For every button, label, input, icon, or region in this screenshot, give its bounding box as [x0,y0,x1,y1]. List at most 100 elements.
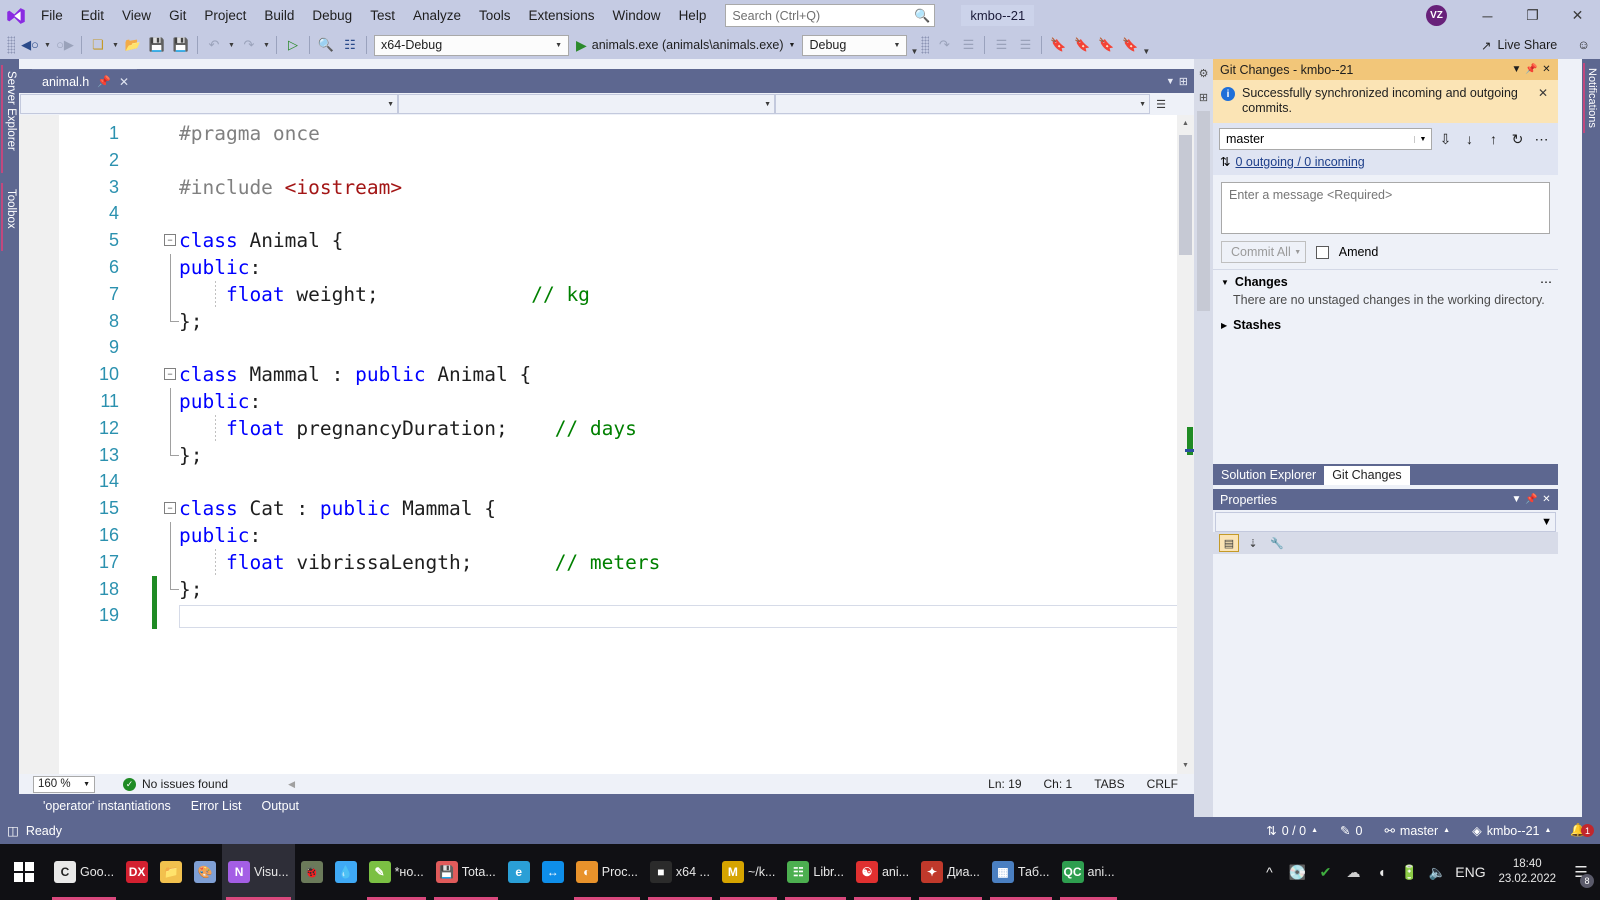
gear-icon[interactable]: ⚙ [1194,63,1213,83]
properties-object-combo[interactable]: ▼ [1215,512,1556,532]
code-line[interactable]: 3#include <iostream> [19,174,1194,201]
code-line[interactable]: 8}; [19,308,1194,335]
menu-window[interactable]: Window [604,4,670,28]
configuration-combo[interactable]: Debug ▼ [802,35,907,56]
menu-build[interactable]: Build [255,4,303,28]
platform-combo[interactable]: x64-Debug ▼ [374,35,569,56]
comment-icon[interactable]: ☰ [956,34,980,56]
close-icon[interactable]: ✕ [1539,494,1554,505]
tab-error-list[interactable]: Error List [181,796,252,816]
taskbar-app[interactable]: 📁 [154,844,188,900]
code-line[interactable]: 9 [19,334,1194,361]
sync-counts-link[interactable]: 0 outgoing / 0 incoming [1235,155,1364,169]
more-actions-icon[interactable]: ⋯ [1531,129,1552,149]
menu-analyze[interactable]: Analyze [404,4,470,28]
start-debug-icon[interactable]: ▷ [281,34,305,56]
menu-debug[interactable]: Debug [303,4,361,28]
taskbar-app[interactable]: DX [120,844,154,900]
commit-all-button[interactable]: Commit All [1221,241,1301,263]
tab-solution-explorer[interactable]: Solution Explorer [1213,466,1324,485]
menu-extensions[interactable]: Extensions [520,4,604,28]
start-button[interactable] [0,844,48,900]
battery-icon[interactable]: 🔋 [1396,844,1422,900]
navbar-type-combo[interactable]: ▼ [398,94,775,114]
toggle-bookmark-icon[interactable]: 🔖 [1046,34,1070,56]
menu-help[interactable]: Help [670,4,716,28]
next-bookmark-icon[interactable]: 🔖 [1094,34,1118,56]
taskbar-app[interactable]: 💾Tota... [430,844,502,900]
horizontal-scroll-left-icon[interactable]: ◀ [288,779,295,790]
stashes-section-header[interactable]: ▶ Stashes [1213,313,1558,335]
sidebar-item-server-explorer[interactable]: Server Explorer [1,65,18,173]
taskbar-app[interactable]: ◐Proc... [570,844,644,900]
code-line[interactable]: 12 float pregnancyDuration; // days [19,415,1194,442]
sync-icon[interactable]: ↻ [1507,129,1528,149]
tab-git-changes[interactable]: Git Changes [1324,466,1409,485]
new-project-dropdown-icon[interactable]: ▼ [110,42,121,49]
pin-icon[interactable]: 📌 [1524,494,1539,505]
taskbar-app[interactable]: ☷Libr... [781,844,850,900]
tab-output[interactable]: Output [251,796,309,816]
zoom-level-combo[interactable]: 160 % ▼ [33,776,95,793]
tab-operator-instantiations[interactable]: 'operator' instantiations [33,796,181,816]
pull-icon[interactable]: ↓ [1459,129,1480,149]
usb-device-icon[interactable]: 💽 [1284,844,1310,900]
new-project-icon[interactable]: ❏ [86,34,110,56]
code-content[interactable]: 1#pragma once23#include <iostream>45−cla… [19,120,1194,629]
taskbar-app[interactable]: ■x64 ... [644,844,716,900]
menu-file[interactable]: File [32,4,72,28]
antivirus-icon[interactable]: ✔ [1312,844,1338,900]
show-hidden-icons-icon[interactable]: ^ [1256,844,1282,900]
chevron-down-icon[interactable]: ▼ [1509,494,1524,505]
scroll-up-icon[interactable]: ▲ [1177,115,1194,132]
navigate-back-icon[interactable]: ◀○ [18,34,42,56]
close-icon[interactable]: ✕ [1538,86,1548,116]
split-view-icon[interactable]: ⊞ [1179,75,1188,88]
code-line[interactable]: 19 [19,602,1194,629]
issues-status[interactable]: ✓ No issues found [123,777,228,791]
code-line[interactable]: 6public: [19,254,1194,281]
code-line[interactable]: 17 float vibrissaLength; // meters [19,549,1194,576]
status-sync[interactable]: ⇅ 0 / 0 ▲ [1255,823,1329,838]
taskbar-app[interactable]: ☯ani... [850,844,915,900]
code-line[interactable]: 1#pragma once [19,120,1194,147]
navbar-expand-icon[interactable]: ☰ [1150,94,1172,114]
taskbar-app[interactable]: 🐞 [295,844,329,900]
feedback-icon[interactable]: ☺ [1563,38,1590,52]
rail-scrollbar-thumb[interactable] [1197,111,1210,311]
status-branch[interactable]: ⚯ master ▲ [1373,823,1461,838]
categorized-view-icon[interactable]: ▤ [1219,534,1239,552]
indent-icon[interactable]: ☰ [989,34,1013,56]
taskbar-app[interactable]: ✦Диа... [915,844,986,900]
close-icon[interactable]: ✕ [1539,64,1554,75]
start-button[interactable]: ▶ animals.exe (animals\animals.exe) ▼ [572,37,799,54]
undo-dropdown-icon[interactable]: ▼ [226,42,237,49]
open-file-icon[interactable]: 📂 [121,34,145,56]
volume-icon[interactable]: 🔈 [1424,844,1450,900]
sidebar-item-toolbox[interactable]: Toolbox [1,183,18,251]
code-line[interactable]: 11public: [19,388,1194,415]
language-indicator[interactable]: ENG [1452,844,1488,900]
navigate-back-dropdown-icon[interactable]: ▼ [42,42,53,49]
sidebar-item-notifications[interactable]: Notifications [1583,63,1599,133]
menu-test[interactable]: Test [361,4,404,28]
code-line[interactable]: 4 [19,200,1194,227]
taskbar-app[interactable]: QCani... [1056,844,1121,900]
scroll-down-icon[interactable]: ▼ [1177,757,1194,774]
close-button[interactable]: ✕ [1555,0,1600,31]
wifi-icon[interactable]: ◖ [1368,844,1394,900]
alphabetical-sort-icon[interactable]: ⇣ [1243,534,1263,552]
search-solution-icon[interactable]: 🔍 [314,34,338,56]
code-line[interactable]: 16public: [19,522,1194,549]
menu-project[interactable]: Project [195,4,255,28]
fold-toggle-icon[interactable]: − [164,368,176,380]
cloud-icon[interactable]: ☁ [1340,844,1366,900]
code-line[interactable]: 10−class Mammal : public Animal { [19,361,1194,388]
save-icon[interactable]: 💾 [145,34,169,56]
taskbar-app[interactable]: e [502,844,536,900]
code-line[interactable]: 5−class Animal { [19,227,1194,254]
taskbar-app[interactable]: ✎*но... [363,844,430,900]
menu-tools[interactable]: Tools [470,4,520,28]
outdent-icon[interactable]: ☰ [1013,34,1037,56]
status-edits[interactable]: ✎ 0 [1329,823,1373,838]
